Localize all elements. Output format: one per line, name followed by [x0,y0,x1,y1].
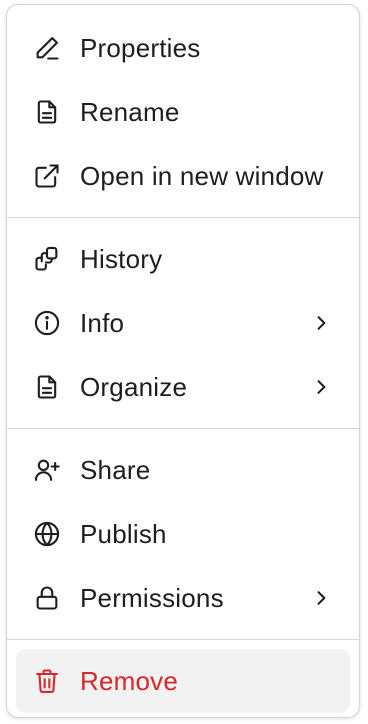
info-circle-icon [32,308,62,338]
menu-item-remove[interactable]: Remove [16,649,350,713]
lock-icon [32,583,62,613]
menu-item-label: Rename [80,96,180,127]
menu-item-label: Permissions [80,582,224,613]
menu-item-open-new-window[interactable]: Open in new window [7,144,359,208]
menu-item-permissions[interactable]: Permissions [7,566,359,630]
trash-icon [32,666,62,696]
menu-item-organize[interactable]: Organize [7,355,359,419]
menu-item-label: Organize [80,371,188,402]
menu-item-label: Open in new window [80,160,324,191]
menu-item-label: History [80,243,163,274]
chevron-right-icon [311,377,331,397]
pencil-icon [32,33,62,63]
document-icon [32,97,62,127]
user-plus-icon [32,455,62,485]
menu-item-label: Properties [80,32,201,63]
menu-item-share[interactable]: Share [7,438,359,502]
menu-item-history[interactable]: History [7,227,359,291]
chevron-right-icon [311,313,331,333]
menu-divider [7,639,359,640]
menu-item-publish[interactable]: Publish [7,502,359,566]
menu-item-label: Publish [80,518,167,549]
external-link-icon [32,161,62,191]
chevron-right-icon [311,588,331,608]
menu-item-info[interactable]: Info [7,291,359,355]
menu-item-label: Info [80,307,125,338]
menu-item-rename[interactable]: Rename [7,80,359,144]
menu-divider [7,217,359,218]
globe-icon [32,519,62,549]
document-icon [32,372,62,402]
context-menu: Properties Rename Open in new window His… [6,4,360,718]
menu-item-properties[interactable]: Properties [7,16,359,80]
menu-item-label: Share [80,454,151,485]
copy-stack-icon [32,244,62,274]
menu-item-label: Remove [80,665,179,696]
menu-divider [7,428,359,429]
